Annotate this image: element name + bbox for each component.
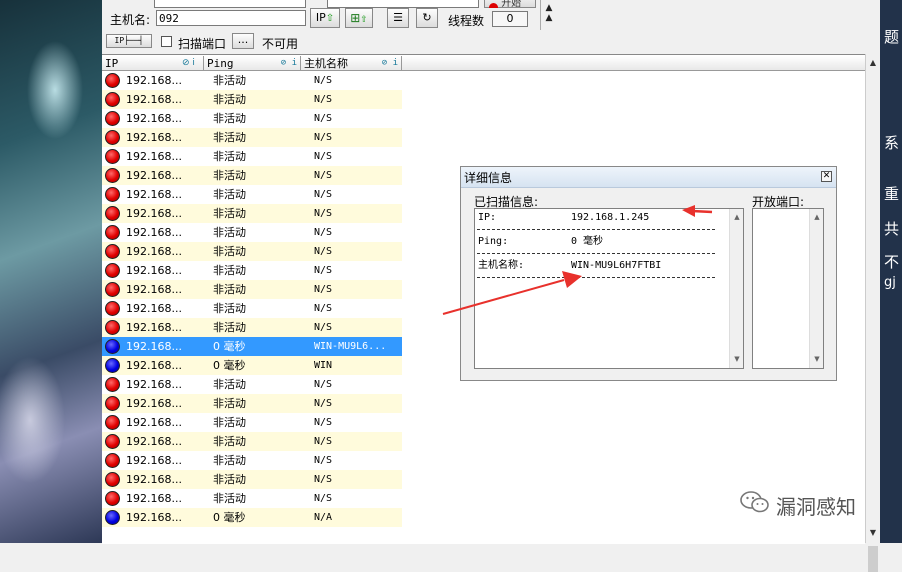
watermark-text: 漏洞感知 xyxy=(776,495,856,519)
wechat-icon xyxy=(740,491,769,513)
annotation-arrows xyxy=(442,205,713,315)
arrow-to-ip xyxy=(682,205,713,217)
arrow-to-hostname xyxy=(442,271,582,315)
scroll-thumb[interactable] xyxy=(868,546,878,572)
